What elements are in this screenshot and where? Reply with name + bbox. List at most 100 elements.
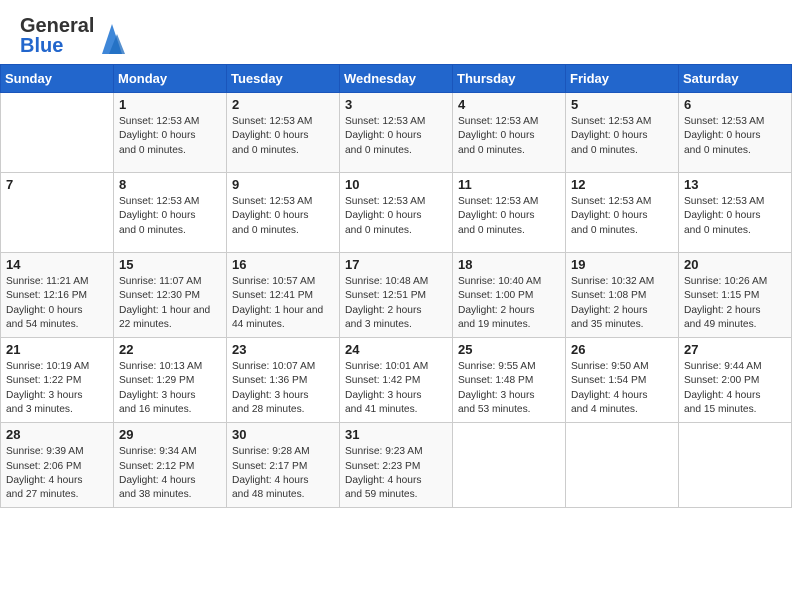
page-header: General Blue bbox=[0, 0, 792, 64]
calendar-cell: 21 Sunrise: 10:19 AM Sunset: 1:22 PM Dayl… bbox=[1, 338, 114, 423]
day-number: 31 bbox=[345, 427, 447, 442]
calendar-week-row: 14 Sunrise: 11:21 AM Sunset: 12:16 PM Day… bbox=[1, 253, 792, 338]
calendar-header-row: SundayMondayTuesdayWednesdayThursdayFrid… bbox=[1, 65, 792, 93]
day-of-week-header: Sunday bbox=[1, 65, 114, 93]
calendar-table: SundayMondayTuesdayWednesdayThursdayFrid… bbox=[0, 64, 792, 508]
calendar-cell: 31 Sunrise: 9:23 AM Sunset: 2:23 PM Dayli… bbox=[340, 423, 453, 508]
calendar-cell bbox=[453, 423, 566, 508]
cell-text: Sunrise: 10:57 AM Sunset: 12:41 PM Dayli… bbox=[232, 275, 334, 332]
day-number: 18 bbox=[458, 257, 560, 272]
calendar-cell: 18 Sunrise: 10:40 AM Sunset: 1:00 PM Dayl… bbox=[453, 253, 566, 338]
calendar-cell: 1 Sunset: 12:53 AM Daylight: 0 hours and … bbox=[114, 93, 227, 173]
calendar-cell: 9 Sunset: 12:53 AM Daylight: 0 hours and … bbox=[227, 173, 340, 253]
calendar-week-row: 1 Sunset: 12:53 AM Daylight: 0 hours and … bbox=[1, 93, 792, 173]
day-number: 9 bbox=[232, 177, 334, 192]
cell-text: Sunset: 12:53 AM Daylight: 0 hours and 0… bbox=[119, 195, 221, 238]
day-of-week-header: Monday bbox=[114, 65, 227, 93]
cell-text: Sunrise: 9:39 AM Sunset: 2:06 PM Dayligh… bbox=[6, 445, 108, 502]
cell-text: Sunrise: 9:55 AM Sunset: 1:48 PM Dayligh… bbox=[458, 360, 560, 417]
calendar-cell: 13 Sunset: 12:53 AM Daylight: 0 hours and… bbox=[679, 173, 792, 253]
calendar-cell: 7 bbox=[1, 173, 114, 253]
calendar-cell: 28 Sunrise: 9:39 AM Sunset: 2:06 PM Dayli… bbox=[1, 423, 114, 508]
cell-text: Sunrise: 10:26 AM Sunset: 1:15 PM Daylig… bbox=[684, 275, 786, 332]
day-number: 24 bbox=[345, 342, 447, 357]
cell-text: Sunset: 12:53 AM Daylight: 0 hours and 0… bbox=[684, 195, 786, 238]
calendar-cell: 3 Sunset: 12:53 AM Daylight: 0 hours and … bbox=[340, 93, 453, 173]
calendar-cell: 26 Sunrise: 9:50 AM Sunset: 1:54 PM Dayli… bbox=[566, 338, 679, 423]
day-number: 14 bbox=[6, 257, 108, 272]
calendar-cell bbox=[679, 423, 792, 508]
calendar-cell: 2 Sunset: 12:53 AM Daylight: 0 hours and … bbox=[227, 93, 340, 173]
day-number: 11 bbox=[458, 177, 560, 192]
cell-text: Sunset: 12:53 AM Daylight: 0 hours and 0… bbox=[345, 115, 447, 158]
day-of-week-header: Wednesday bbox=[340, 65, 453, 93]
cell-text: Sunrise: 9:23 AM Sunset: 2:23 PM Dayligh… bbox=[345, 445, 447, 502]
day-number: 1 bbox=[119, 97, 221, 112]
day-number: 26 bbox=[571, 342, 673, 357]
day-of-week-header: Saturday bbox=[679, 65, 792, 93]
day-of-week-header: Friday bbox=[566, 65, 679, 93]
day-number: 28 bbox=[6, 427, 108, 442]
day-number: 6 bbox=[684, 97, 786, 112]
logo: General Blue bbox=[20, 16, 127, 56]
cell-text: Sunset: 12:53 AM Daylight: 0 hours and 0… bbox=[345, 195, 447, 238]
day-of-week-header: Tuesday bbox=[227, 65, 340, 93]
cell-text: Sunset: 12:53 AM Daylight: 0 hours and 0… bbox=[458, 115, 560, 158]
cell-text: Sunrise: 9:50 AM Sunset: 1:54 PM Dayligh… bbox=[571, 360, 673, 417]
calendar-cell: 11 Sunset: 12:53 AM Daylight: 0 hours and… bbox=[453, 173, 566, 253]
calendar-cell: 15Sunrise: 11:07 AM Sunset: 12:30 PM Day… bbox=[114, 253, 227, 338]
calendar-week-row: 78Sunset: 12:53 AM Daylight: 0 hours and… bbox=[1, 173, 792, 253]
calendar-week-row: 28 Sunrise: 9:39 AM Sunset: 2:06 PM Dayli… bbox=[1, 423, 792, 508]
cell-text: Sunset: 12:53 AM Daylight: 0 hours and 0… bbox=[232, 115, 334, 158]
calendar-cell: 24 Sunrise: 10:01 AM Sunset: 1:42 PM Dayl… bbox=[340, 338, 453, 423]
day-number: 22 bbox=[119, 342, 221, 357]
logo-blue: Blue bbox=[20, 36, 94, 56]
logo-general: General bbox=[20, 16, 94, 36]
day-number: 25 bbox=[458, 342, 560, 357]
day-number: 17 bbox=[345, 257, 447, 272]
day-number: 3 bbox=[345, 97, 447, 112]
day-number: 21 bbox=[6, 342, 108, 357]
cell-text: Sunrise: 10:07 AM Sunset: 1:36 PM Daylig… bbox=[232, 360, 334, 417]
calendar-cell: 12Sunset: 12:53 AM Daylight: 0 hours and… bbox=[566, 173, 679, 253]
day-number: 19 bbox=[571, 257, 673, 272]
day-number: 10 bbox=[345, 177, 447, 192]
calendar-week-row: 21 Sunrise: 10:19 AM Sunset: 1:22 PM Dayl… bbox=[1, 338, 792, 423]
cell-text: Sunrise: 10:48 AM Sunset: 12:51 PM Dayli… bbox=[345, 275, 447, 332]
cell-text: Sunrise: 10:13 AM Sunset: 1:29 PM Daylig… bbox=[119, 360, 221, 417]
day-number: 23 bbox=[232, 342, 334, 357]
cell-text: Sunrise: 10:40 AM Sunset: 1:00 PM Daylig… bbox=[458, 275, 560, 332]
day-number: 13 bbox=[684, 177, 786, 192]
cell-text: Sunset: 12:53 AM Daylight: 0 hours and 0… bbox=[571, 115, 673, 158]
calendar-cell bbox=[566, 423, 679, 508]
calendar-cell: 16 Sunrise: 10:57 AM Sunset: 12:41 PM Day… bbox=[227, 253, 340, 338]
cell-text: Sunrise: 10:01 AM Sunset: 1:42 PM Daylig… bbox=[345, 360, 447, 417]
calendar-cell: 29Sunrise: 9:34 AM Sunset: 2:12 PM Dayli… bbox=[114, 423, 227, 508]
cell-text: Sunrise: 9:34 AM Sunset: 2:12 PM Dayligh… bbox=[119, 445, 221, 502]
calendar-cell: 17 Sunrise: 10:48 AM Sunset: 12:51 PM Day… bbox=[340, 253, 453, 338]
cell-text: Sunset: 12:53 AM Daylight: 0 hours and 0… bbox=[119, 115, 221, 158]
cell-text: Sunrise: 11:21 AM Sunset: 12:16 PM Dayli… bbox=[6, 275, 108, 332]
calendar-cell: 30Sunrise: 9:28 AM Sunset: 2:17 PM Dayli… bbox=[227, 423, 340, 508]
calendar-cell: 14 Sunrise: 11:21 AM Sunset: 12:16 PM Day… bbox=[1, 253, 114, 338]
calendar-cell: 19Sunrise: 10:32 AM Sunset: 1:08 PM Dayl… bbox=[566, 253, 679, 338]
calendar-cell: 23 Sunrise: 10:07 AM Sunset: 1:36 PM Dayl… bbox=[227, 338, 340, 423]
calendar-cell: 10 Sunset: 12:53 AM Daylight: 0 hours and… bbox=[340, 173, 453, 253]
calendar-cell: 5 Sunset: 12:53 AM Daylight: 0 hours and … bbox=[566, 93, 679, 173]
calendar-cell: 25 Sunrise: 9:55 AM Sunset: 1:48 PM Dayli… bbox=[453, 338, 566, 423]
cell-text: Sunrise: 10:19 AM Sunset: 1:22 PM Daylig… bbox=[6, 360, 108, 417]
day-number: 2 bbox=[232, 97, 334, 112]
calendar-cell: 4 Sunset: 12:53 AM Daylight: 0 hours and … bbox=[453, 93, 566, 173]
cell-text: Sunset: 12:53 AM Daylight: 0 hours and 0… bbox=[571, 195, 673, 238]
day-number: 16 bbox=[232, 257, 334, 272]
logo-icon bbox=[97, 16, 127, 56]
cell-text: Sunset: 12:53 AM Daylight: 0 hours and 0… bbox=[684, 115, 786, 158]
cell-text: Sunrise: 9:44 AM Sunset: 2:00 PM Dayligh… bbox=[684, 360, 786, 417]
calendar-cell: 27 Sunrise: 9:44 AM Sunset: 2:00 PM Dayli… bbox=[679, 338, 792, 423]
day-of-week-header: Thursday bbox=[453, 65, 566, 93]
day-number: 27 bbox=[684, 342, 786, 357]
cell-text: Sunset: 12:53 AM Daylight: 0 hours and 0… bbox=[232, 195, 334, 238]
day-number: 4 bbox=[458, 97, 560, 112]
day-number: 5 bbox=[571, 97, 673, 112]
cell-text: Sunset: 12:53 AM Daylight: 0 hours and 0… bbox=[458, 195, 560, 238]
